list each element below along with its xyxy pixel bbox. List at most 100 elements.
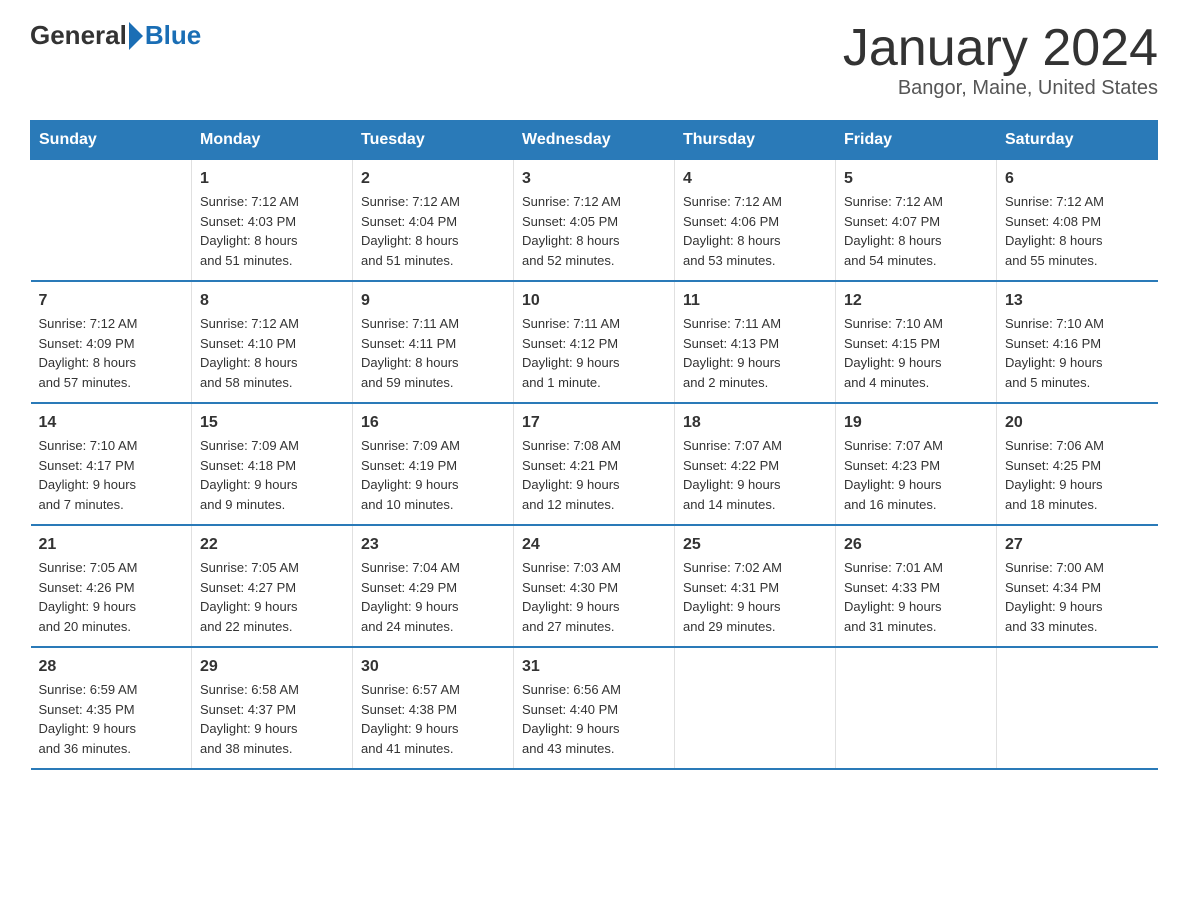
calendar-cell: 8 Sunrise: 7:12 AM Sunset: 4:10 PM Daylig… [192,281,353,403]
days-of-week-row: Sunday Monday Tuesday Wednesday Thursday… [31,121,1158,160]
calendar-cell: 4Sunrise: 7:12 AM Sunset: 4:06 PM Daylig… [675,160,836,282]
day-number: 19 [844,414,988,432]
calendar-cell: 20 Sunrise: 7:06 AM Sunset: 4:25 PM Dayli… [997,403,1158,525]
calendar-cell: 13 Sunrise: 7:10 AM Sunset: 4:16 PM Dayli… [997,281,1158,403]
day-info: Sunrise: 7:02 AM Sunset: 4:31 PM Dayligh… [683,558,827,636]
day-info: Sunrise: 6:59 AM Sunset: 4:35 PM Dayligh… [39,680,184,758]
calendar-cell: 5 Sunrise: 7:12 AM Sunset: 4:07 PM Daylig… [836,160,997,282]
calendar-week-row: 1 Sunrise: 7:12 AM Sunset: 4:03 PM Daylig… [31,160,1158,282]
day-number: 3 [522,170,666,188]
calendar-cell: 21 Sunrise: 7:05 AM Sunset: 4:26 PM Dayli… [31,525,192,647]
day-info: Sunrise: 7:11 AM Sunset: 4:11 PM Dayligh… [361,314,505,392]
calendar-cell [997,647,1158,769]
day-info: Sunrise: 7:00 AM Sunset: 4:34 PM Dayligh… [1005,558,1150,636]
calendar-cell: 14Sunrise: 7:10 AM Sunset: 4:17 PM Dayli… [31,403,192,525]
header-sunday: Sunday [31,121,192,160]
day-info: Sunrise: 7:09 AM Sunset: 4:18 PM Dayligh… [200,436,344,514]
calendar-cell: 22 Sunrise: 7:05 AM Sunset: 4:27 PM Dayli… [192,525,353,647]
calendar-cell: 28Sunrise: 6:59 AM Sunset: 4:35 PM Dayli… [31,647,192,769]
day-info: Sunrise: 7:06 AM Sunset: 4:25 PM Dayligh… [1005,436,1150,514]
calendar-cell: 18 Sunrise: 7:07 AM Sunset: 4:22 PM Dayli… [675,403,836,525]
title-section: January 2024 Bangor, Maine, United State… [843,20,1158,100]
day-number: 16 [361,414,505,432]
day-number: 6 [1005,170,1150,188]
header-tuesday: Tuesday [353,121,514,160]
day-number: 27 [1005,536,1150,554]
day-info: Sunrise: 7:05 AM Sunset: 4:26 PM Dayligh… [39,558,184,636]
day-number: 8 [200,292,344,310]
day-number: 29 [200,658,344,676]
day-number: 31 [522,658,666,676]
day-number: 18 [683,414,827,432]
calendar-cell: 9 Sunrise: 7:11 AM Sunset: 4:11 PM Daylig… [353,281,514,403]
calendar-header: Sunday Monday Tuesday Wednesday Thursday… [31,121,1158,160]
calendar-cell: 31 Sunrise: 6:56 AM Sunset: 4:40 PM Dayli… [514,647,675,769]
calendar-cell: 3 Sunrise: 7:12 AM Sunset: 4:05 PM Daylig… [514,160,675,282]
calendar-cell: 10 Sunrise: 7:11 AM Sunset: 4:12 PM Dayli… [514,281,675,403]
day-number: 9 [361,292,505,310]
day-number: 23 [361,536,505,554]
day-number: 17 [522,414,666,432]
day-number: 7 [39,292,184,310]
header-wednesday: Wednesday [514,121,675,160]
day-number: 13 [1005,292,1150,310]
day-info: Sunrise: 6:56 AM Sunset: 4:40 PM Dayligh… [522,680,666,758]
logo: General Blue [30,20,201,51]
day-number: 22 [200,536,344,554]
day-info: Sunrise: 7:10 AM Sunset: 4:16 PM Dayligh… [1005,314,1150,392]
calendar-cell: 7 Sunrise: 7:12 AM Sunset: 4:09 PM Daylig… [31,281,192,403]
day-info: Sunrise: 7:12 AM Sunset: 4:04 PM Dayligh… [361,192,505,270]
day-info: Sunrise: 7:08 AM Sunset: 4:21 PM Dayligh… [522,436,666,514]
calendar-cell: 15 Sunrise: 7:09 AM Sunset: 4:18 PM Dayli… [192,403,353,525]
day-info: Sunrise: 7:07 AM Sunset: 4:22 PM Dayligh… [683,436,827,514]
day-info: Sunrise: 7:11 AM Sunset: 4:13 PM Dayligh… [683,314,827,392]
calendar-cell: 1 Sunrise: 7:12 AM Sunset: 4:03 PM Daylig… [192,160,353,282]
header-saturday: Saturday [997,121,1158,160]
day-info: Sunrise: 6:58 AM Sunset: 4:37 PM Dayligh… [200,680,344,758]
day-number: 10 [522,292,666,310]
logo-general-text: General [30,20,127,51]
day-number: 12 [844,292,988,310]
day-number: 25 [683,536,827,554]
day-info: Sunrise: 7:03 AM Sunset: 4:30 PM Dayligh… [522,558,666,636]
calendar-cell: 24Sunrise: 7:03 AM Sunset: 4:30 PM Dayli… [514,525,675,647]
day-info: Sunrise: 7:12 AM Sunset: 4:05 PM Dayligh… [522,192,666,270]
day-number: 15 [200,414,344,432]
day-info: Sunrise: 7:04 AM Sunset: 4:29 PM Dayligh… [361,558,505,636]
calendar-subtitle: Bangor, Maine, United States [843,77,1158,100]
day-number: 5 [844,170,988,188]
day-info: Sunrise: 7:05 AM Sunset: 4:27 PM Dayligh… [200,558,344,636]
day-info: Sunrise: 7:01 AM Sunset: 4:33 PM Dayligh… [844,558,988,636]
day-number: 26 [844,536,988,554]
calendar-title: January 2024 [843,20,1158,77]
day-info: Sunrise: 7:09 AM Sunset: 4:19 PM Dayligh… [361,436,505,514]
calendar-cell: 2Sunrise: 7:12 AM Sunset: 4:04 PM Daylig… [353,160,514,282]
day-number: 21 [39,536,184,554]
day-info: Sunrise: 7:12 AM Sunset: 4:03 PM Dayligh… [200,192,344,270]
day-number: 30 [361,658,505,676]
calendar-cell: 27 Sunrise: 7:00 AM Sunset: 4:34 PM Dayli… [997,525,1158,647]
day-number: 1 [200,170,344,188]
calendar-cell: 12 Sunrise: 7:10 AM Sunset: 4:15 PM Dayli… [836,281,997,403]
day-number: 14 [39,414,184,432]
header-friday: Friday [836,121,997,160]
calendar-week-row: 28Sunrise: 6:59 AM Sunset: 4:35 PM Dayli… [31,647,1158,769]
calendar-cell: 25 Sunrise: 7:02 AM Sunset: 4:31 PM Dayli… [675,525,836,647]
day-info: Sunrise: 7:10 AM Sunset: 4:15 PM Dayligh… [844,314,988,392]
calendar-week-row: 21 Sunrise: 7:05 AM Sunset: 4:26 PM Dayli… [31,525,1158,647]
header-thursday: Thursday [675,121,836,160]
day-info: Sunrise: 6:57 AM Sunset: 4:38 PM Dayligh… [361,680,505,758]
day-info: Sunrise: 7:12 AM Sunset: 4:07 PM Dayligh… [844,192,988,270]
day-info: Sunrise: 7:12 AM Sunset: 4:06 PM Dayligh… [683,192,827,270]
calendar-cell [836,647,997,769]
page-header: General Blue January 2024 Bangor, Maine,… [30,20,1158,100]
calendar-week-row: 14Sunrise: 7:10 AM Sunset: 4:17 PM Dayli… [31,403,1158,525]
header-monday: Monday [192,121,353,160]
day-info: Sunrise: 7:11 AM Sunset: 4:12 PM Dayligh… [522,314,666,392]
calendar-cell [31,160,192,282]
day-number: 20 [1005,414,1150,432]
calendar-week-row: 7 Sunrise: 7:12 AM Sunset: 4:09 PM Daylig… [31,281,1158,403]
day-info: Sunrise: 7:12 AM Sunset: 4:08 PM Dayligh… [1005,192,1150,270]
day-info: Sunrise: 7:12 AM Sunset: 4:09 PM Dayligh… [39,314,184,392]
day-info: Sunrise: 7:12 AM Sunset: 4:10 PM Dayligh… [200,314,344,392]
